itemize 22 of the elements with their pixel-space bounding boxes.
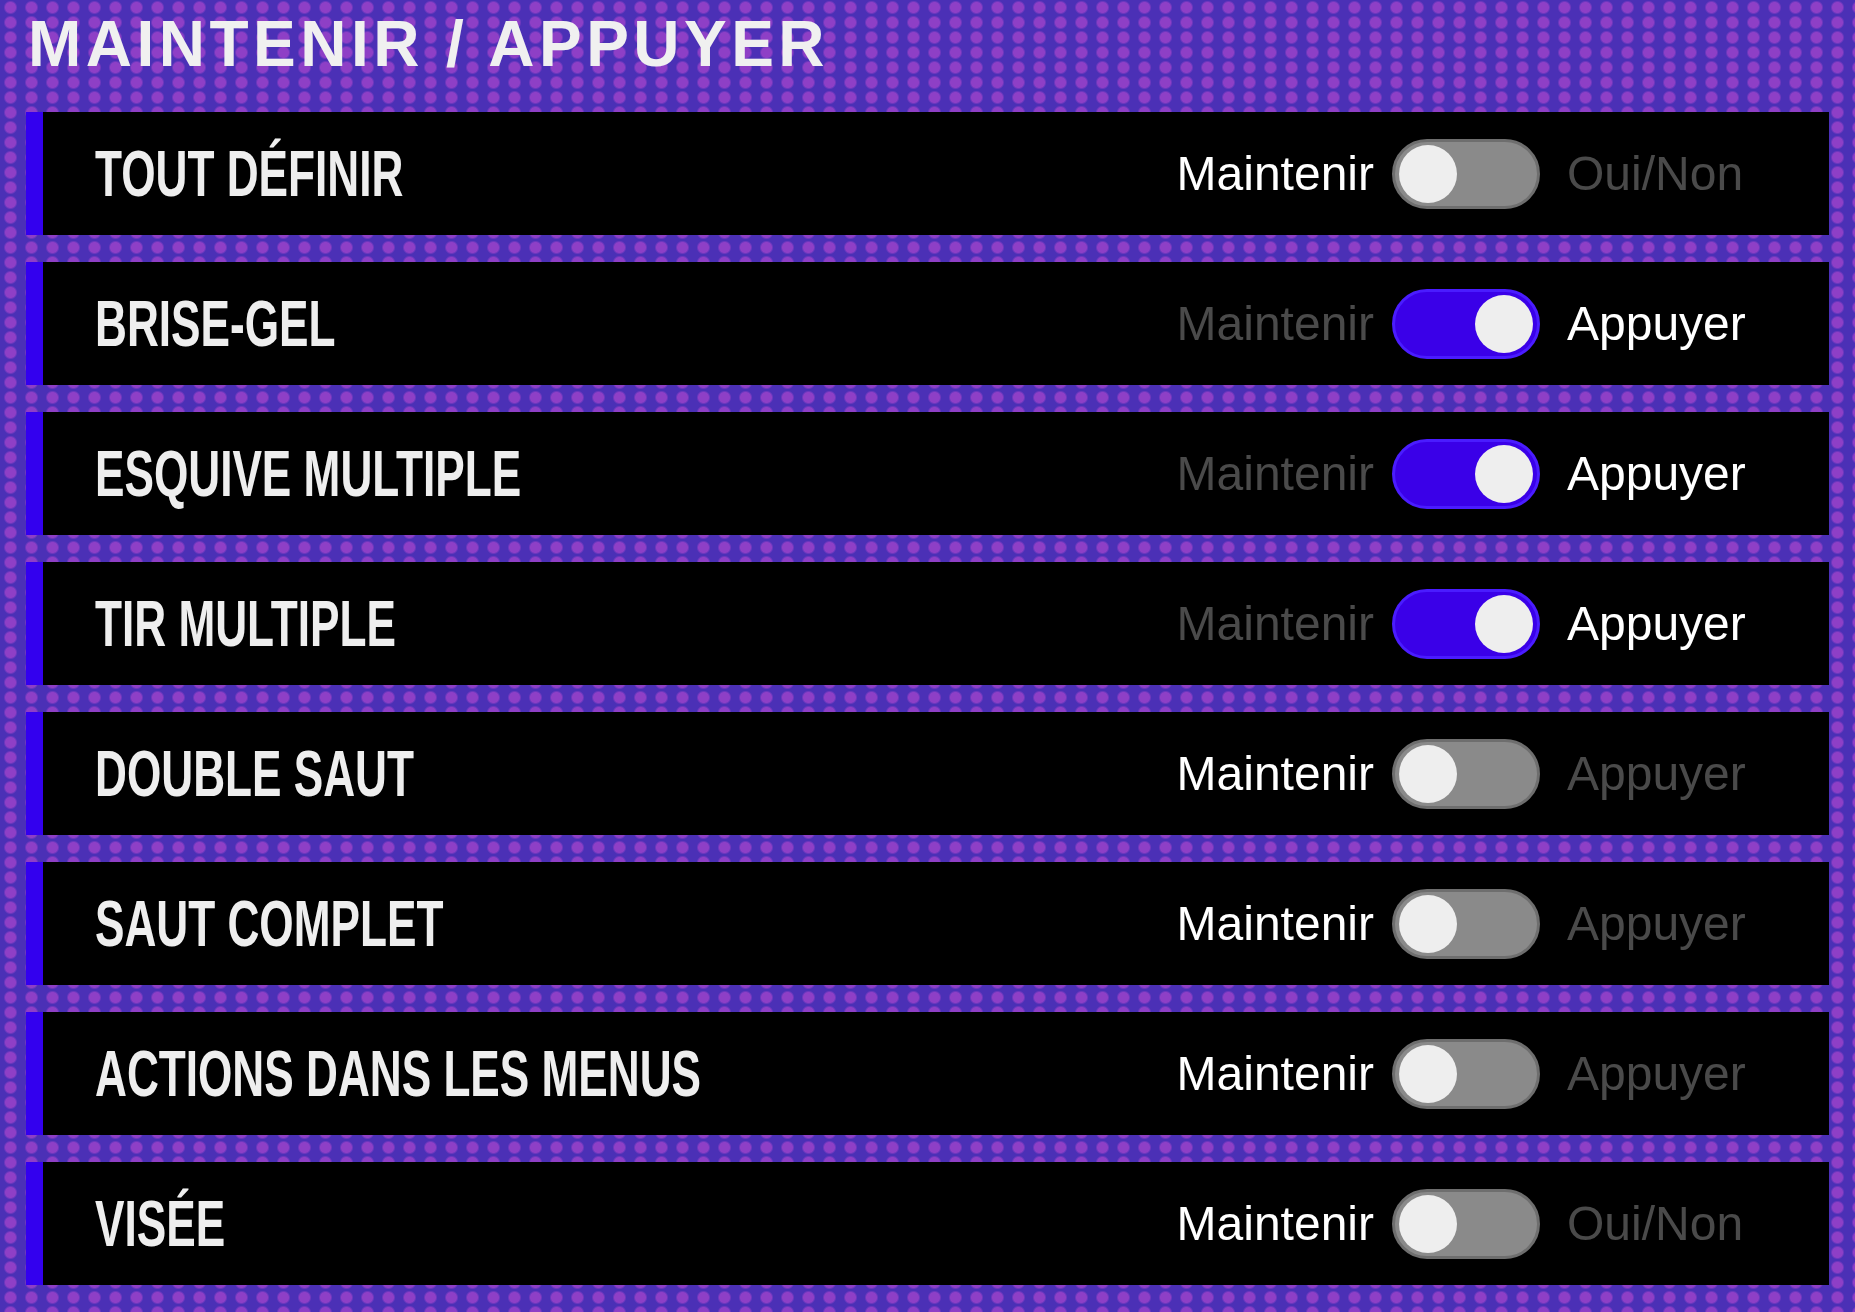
option-label: Maintenir — [1176, 1049, 1374, 1098]
setting-label: SAUT COMPLET — [95, 891, 444, 956]
option-label: Maintenir — [1176, 1199, 1374, 1248]
option-label: Maintenir — [1176, 449, 1374, 498]
option-label: Appuyer — [1567, 749, 1747, 798]
option-label: Appuyer — [1567, 299, 1747, 348]
option-label: Appuyer — [1567, 599, 1747, 648]
option-label: Oui/Non — [1567, 149, 1745, 198]
option-label: Maintenir — [1176, 149, 1374, 198]
option-label: Maintenir — [1176, 749, 1374, 798]
section-title: MAINTENIR / APPUYER — [27, 12, 831, 76]
option-label: Maintenir — [1176, 899, 1374, 948]
setting-label: TIR MULTIPLE — [95, 591, 396, 656]
setting-label: BRISE-GEL — [95, 291, 336, 356]
option-label: Appuyer — [1567, 899, 1747, 948]
setting-label: ACTIONS DANS LES MENUS — [95, 1041, 701, 1106]
option-label: Appuyer — [1567, 449, 1747, 498]
option-label: Maintenir — [1176, 299, 1374, 348]
setting-label: DOUBLE SAUT — [95, 741, 414, 806]
option-label: Appuyer — [1567, 1049, 1747, 1098]
option-label: Oui/Non — [1567, 1199, 1745, 1248]
option-label: Maintenir — [1176, 599, 1374, 648]
